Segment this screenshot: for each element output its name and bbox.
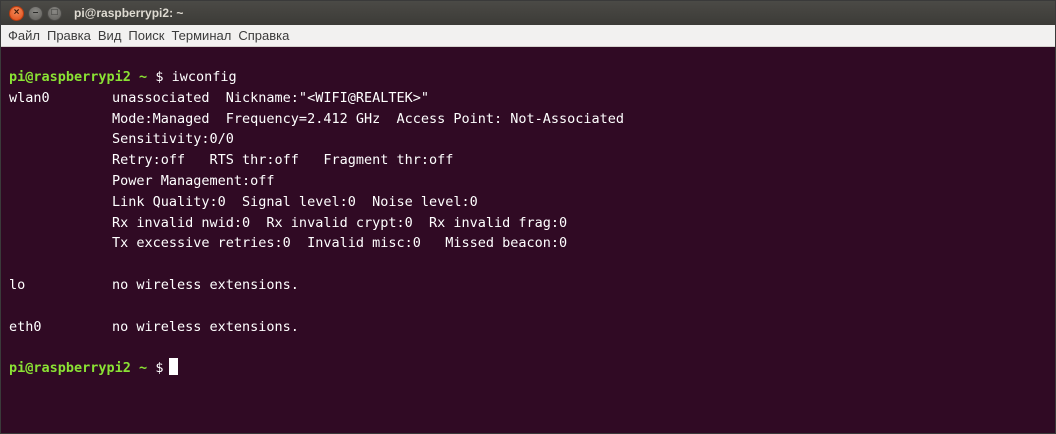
output-line: Power Management:off <box>9 171 1055 192</box>
menu-search[interactable]: Поиск <box>125 28 167 43</box>
menu-help[interactable]: Справка <box>235 28 292 43</box>
wlan0-line: Retry:off RTS thr:off Fragment thr:off <box>112 152 454 169</box>
lo-line: no wireless extensions. <box>112 276 299 293</box>
title-bar[interactable]: × – □ pi@raspberrypi2: ~ <box>1 1 1055 25</box>
menu-view[interactable]: Вид <box>95 28 125 43</box>
current-prompt-line[interactable]: pi@raspberrypi2 ~ $ <box>9 358 1055 379</box>
wlan0-line: Rx invalid nwid:0 Rx invalid crypt:0 Rx … <box>112 214 568 231</box>
menu-file[interactable]: Файл <box>5 28 43 43</box>
output-line: wlan0 unassociated Nickname:"<WIFI@REALTE… <box>9 88 1055 109</box>
minimize-icon[interactable]: – <box>28 5 43 21</box>
menu-bar: Файл Правка Вид Поиск Терминал Справка <box>1 25 1055 47</box>
prompt: pi@raspberrypi2 ~ <box>9 360 156 377</box>
output-line: lo no wireless extensions. <box>9 275 1055 296</box>
close-icon[interactable]: × <box>9 5 24 21</box>
output-line: Sensitivity:0/0 <box>9 129 1055 150</box>
wlan0-line: Tx excessive retries:0 Invalid misc:0 Mi… <box>112 235 568 252</box>
wlan0-line: Mode:Managed Frequency=2.412 GHz Access … <box>112 110 625 127</box>
output-line: eth0 no wireless extensions. <box>9 317 1055 338</box>
menu-terminal[interactable]: Терминал <box>168 28 234 43</box>
text-cursor <box>169 358 179 376</box>
command-text: iwconfig <box>163 69 237 85</box>
eth0-line: no wireless extensions. <box>112 318 299 335</box>
interface-name: eth0 <box>9 318 42 335</box>
menu-edit[interactable]: Правка <box>44 28 94 43</box>
wlan0-line: Power Management:off <box>112 172 275 189</box>
window-title: pi@raspberrypi2: ~ <box>74 6 184 20</box>
prompt-dollar: $ <box>155 360 164 377</box>
wlan0-line: Sensitivity:0/0 <box>112 131 234 148</box>
output-line: Link Quality:0 Signal level:0 Noise leve… <box>9 192 1055 213</box>
terminal-window: × – □ pi@raspberrypi2: ~ Файл Правка Вид… <box>0 0 1056 434</box>
command-line: pi@raspberrypi2 ~ $ iwconfig <box>9 67 1055 88</box>
maximize-icon[interactable]: □ <box>47 5 62 21</box>
output-line: Mode:Managed Frequency=2.412 GHz Access … <box>9 109 1055 130</box>
interface-name: wlan0 <box>9 89 50 106</box>
terminal-output[interactable]: pi@raspberrypi2 ~ $ iwconfig wlan0 unasso… <box>1 67 1055 433</box>
wlan0-line: unassociated Nickname:"<WIFI@REALTEK>" <box>112 89 429 106</box>
output-line: Retry:off RTS thr:off Fragment thr:off <box>9 150 1055 171</box>
interface-name: lo <box>9 276 26 293</box>
wlan0-line: Link Quality:0 Signal level:0 Noise leve… <box>112 193 478 210</box>
output-line: Tx excessive retries:0 Invalid misc:0 Mi… <box>9 233 1055 254</box>
output-line: Rx invalid nwid:0 Rx invalid crypt:0 Rx … <box>9 213 1055 234</box>
prompt: pi@raspberrypi2 ~ <box>9 69 156 85</box>
